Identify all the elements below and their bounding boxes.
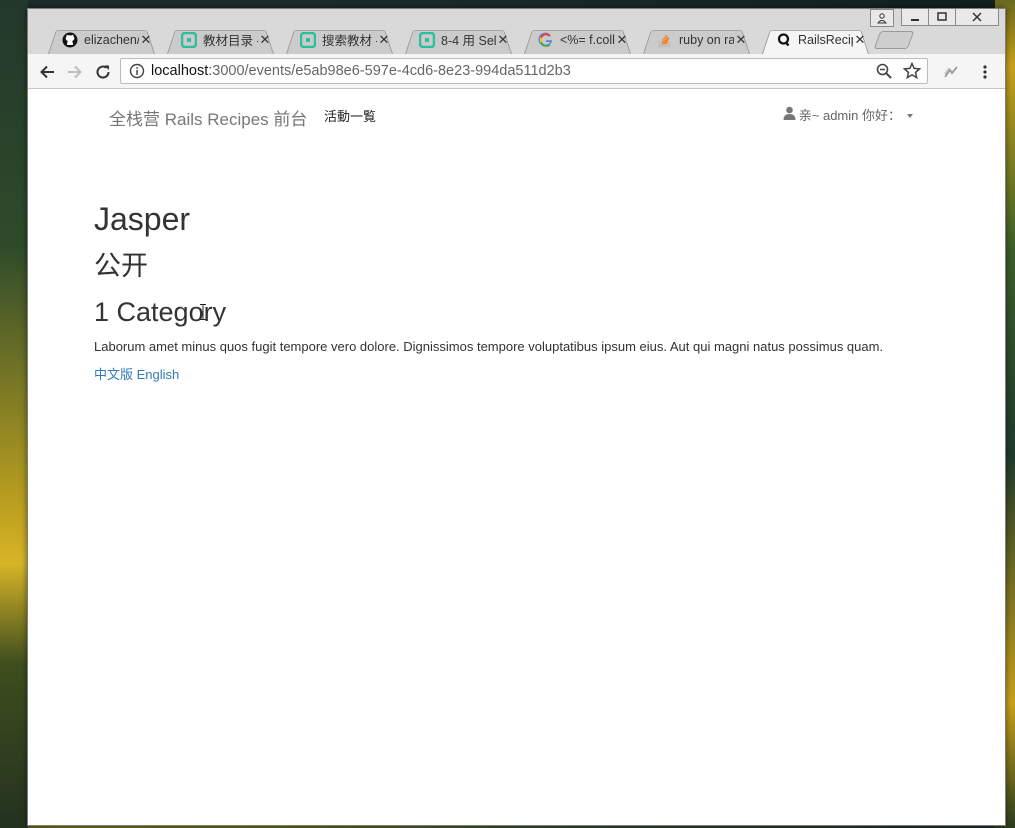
event-detail: Jasper 公开 1 Category Laborum amet minus … (94, 201, 914, 383)
close-icon[interactable]: ✕ (853, 32, 867, 48)
quickbooks-icon (300, 31, 316, 48)
close-window-button[interactable] (955, 9, 999, 26)
site-brand-link[interactable]: 全栈营 Rails Recipes 前台 (109, 105, 307, 130)
tab-search[interactable]: 搜索教材 - ✕ (280, 25, 399, 54)
user-greeting: 亲~ admin 你好： (798, 108, 901, 123)
desktop-wallpaper-left (0, 0, 28, 828)
tab-title: RailsRecip (798, 32, 853, 47)
tab-title: ruby on ra (679, 32, 734, 47)
omnibox-actions (875, 61, 922, 84)
maximize-button[interactable] (928, 9, 956, 26)
event-description: Laborum amet minus quos fugit tempore ve… (94, 339, 884, 354)
title-bar: elizachen/ ✕ 教材目录 - ✕ 搜索教材 - ✕ 8-4 用 Sel… (28, 9, 1005, 54)
tab-railsrecipes[interactable]: RailsRecip ✕ (756, 25, 875, 54)
bookmark-star-icon[interactable] (902, 61, 922, 84)
browser-toolbar: localhost:3000/events/e5ab98e6-597e-4cd6… (28, 54, 1005, 89)
close-icon[interactable]: ✕ (496, 32, 510, 48)
text-cursor-icon (200, 304, 206, 320)
language-switcher: 中文版 English (94, 364, 914, 383)
user-icon (783, 106, 796, 123)
url-host: localhost (151, 63, 209, 79)
event-category: 1 Category (94, 297, 227, 327)
tab-title: elizachen/ (84, 32, 139, 47)
close-icon[interactable]: ✕ (139, 32, 153, 48)
lang-en-link[interactable]: English (137, 367, 180, 382)
chevron-down-icon (907, 113, 913, 118)
tab-title: 搜索教材 - (322, 34, 377, 48)
url-path: :3000/events/e5ab98e6-597e-4cd6-8e23-994… (208, 63, 571, 79)
new-tab-button[interactable] (877, 31, 911, 49)
tab-google[interactable]: <%= f.coll ✕ (518, 25, 637, 54)
close-icon[interactable]: ✕ (258, 32, 272, 48)
user-dropdown[interactable]: 亲~ admin 你好： (783, 105, 913, 124)
forward-arrow-icon[interactable] (64, 61, 86, 83)
quickbooks-icon (419, 31, 435, 48)
page-viewport: 全栈营 Rails Recipes 前台 活動一覧 亲~ admin 你好： J… (28, 89, 1005, 825)
tab-select[interactable]: 8-4 用 Sel ✕ (399, 25, 518, 54)
info-icon[interactable] (129, 63, 145, 79)
address-bar[interactable]: localhost:3000/events/e5ab98e6-597e-4cd6… (120, 58, 928, 84)
event-status: 公开 (94, 251, 148, 281)
close-icon[interactable]: ✕ (734, 32, 748, 48)
google-icon (538, 32, 554, 48)
reload-icon[interactable] (92, 61, 114, 83)
tab-title: 教材目录 - (203, 34, 258, 48)
minimize-button[interactable] (901, 9, 929, 26)
tab-title: <%= f.coll (560, 32, 615, 47)
browser-window: elizachen/ ✕ 教材目录 - ✕ 搜索教材 - ✕ 8-4 用 Sel… (27, 8, 1006, 826)
zoom-icon[interactable] (875, 62, 893, 84)
nav-link-events[interactable]: 活動一覧 (324, 106, 376, 125)
tab-strip: elizachen/ ✕ 教材目录 - ✕ 搜索教材 - ✕ 8-4 用 Sel… (42, 25, 911, 54)
github-icon (62, 32, 78, 48)
site-navbar: 全栈营 Rails Recipes 前台 活動一覧 亲~ admin 你好： (28, 89, 1005, 135)
back-arrow-icon[interactable] (36, 61, 58, 83)
rails-q-icon (776, 32, 792, 48)
event-title: Jasper (94, 201, 191, 237)
tab-catalog[interactable]: 教材目录 - ✕ (161, 25, 280, 54)
menu-kebab-icon[interactable] (974, 61, 996, 83)
extension-icon[interactable] (940, 61, 962, 83)
tab-github[interactable]: elizachen/ ✕ (42, 25, 161, 54)
lang-zh-link[interactable]: 中文版 (94, 367, 133, 382)
close-icon[interactable]: ✕ (377, 32, 391, 48)
tab-stackoverflow[interactable]: ruby on ra ✕ (637, 25, 756, 54)
close-icon[interactable]: ✕ (615, 32, 629, 48)
stackoverflow-icon (657, 32, 673, 48)
quickbooks-icon (181, 31, 197, 48)
tab-title: 8-4 用 Sel (441, 34, 496, 48)
